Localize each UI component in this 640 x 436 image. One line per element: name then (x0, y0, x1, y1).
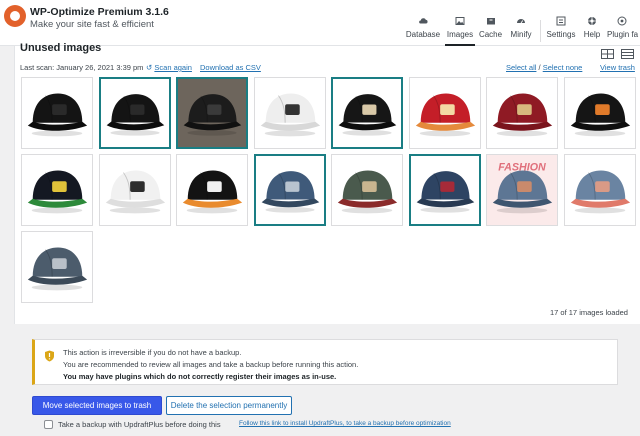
scan-again-link[interactable]: ↺ Scan again (146, 63, 192, 72)
minify-icon (517, 19, 525, 24)
grid-view-icon[interactable] (601, 49, 614, 59)
cap-image (332, 155, 402, 225)
cap-image (487, 78, 557, 148)
app-header: WP-Optimize Premium 3.1.6 Make your site… (0, 0, 640, 46)
tab-database-label: Database (405, 30, 441, 39)
image-thumbnail[interactable] (176, 154, 248, 226)
tab-plugin-family[interactable]: Plugin fa (607, 12, 640, 46)
cap-image (178, 79, 246, 147)
image-thumbnail[interactable]: FASHIONColor display (486, 154, 558, 226)
image-thumbnail[interactable] (21, 77, 93, 149)
help-icon (588, 17, 596, 25)
list-view-icon[interactable] (621, 49, 634, 59)
tab-minify-label: Minify (510, 30, 532, 39)
unused-images-panel: Unused images Last scan: January 26, 202… (14, 42, 640, 324)
tab-help[interactable]: Help (580, 12, 604, 46)
tab-plugin-family-label: Plugin fa (607, 30, 639, 39)
backup-checkbox[interactable] (44, 420, 53, 429)
cap-image (22, 78, 92, 148)
tab-cache-label: Cache (478, 30, 503, 39)
notice-line-1: This action is irreversible if you do no… (63, 348, 242, 357)
cap-image (177, 155, 247, 225)
image-thumbnail[interactable] (408, 154, 481, 226)
image-thumbnail[interactable] (253, 77, 326, 149)
main-nav: Database Images Cache Minify Settings He… (0, 12, 640, 46)
scan-again-label: Scan again (154, 63, 192, 72)
warning-notice: This action is irreversible if you do no… (32, 339, 618, 385)
nav-divider (540, 20, 541, 42)
image-thumbnail[interactable] (176, 77, 248, 149)
select-all-link[interactable]: Select all (506, 63, 536, 72)
tab-images-label: Images (446, 30, 474, 39)
image-thumbnail[interactable] (486, 77, 558, 149)
last-scan-text: Last scan: January 26, 2021 3:39 pm (20, 63, 144, 72)
plugin-family-icon (617, 16, 627, 26)
cap-image (100, 79, 169, 147)
cap-image (333, 79, 401, 147)
section-title: Unused images (20, 42, 102, 54)
selection-links: Select all / Select none (506, 63, 582, 72)
cap-image (254, 78, 325, 148)
shield-warning-icon (45, 350, 54, 362)
view-trash-link[interactable]: View trash (600, 63, 635, 72)
tab-cache[interactable]: Cache (478, 12, 503, 46)
image-thumbnail[interactable] (563, 154, 636, 226)
image-thumbnail[interactable] (408, 77, 481, 149)
install-updraftplus-link[interactable]: Follow this link to install UpdraftPlus,… (239, 420, 451, 427)
tab-settings[interactable]: Settings (546, 12, 576, 46)
cap-image (255, 156, 324, 224)
image-thumbnail[interactable] (331, 77, 403, 149)
cap-image (410, 156, 479, 224)
database-icon (419, 18, 428, 24)
image-thumbnail[interactable] (563, 77, 636, 149)
cap-image: FASHIONColor display (487, 155, 557, 225)
cap-image (409, 78, 480, 148)
image-thumbnail[interactable] (253, 154, 326, 226)
select-none-link[interactable]: Select none (543, 63, 583, 72)
refresh-icon: ↺ (146, 63, 153, 72)
image-icon (455, 17, 465, 25)
cap-image (22, 232, 92, 302)
actions-area: This action is irreversible if you do no… (14, 324, 640, 436)
tab-database[interactable]: Database (404, 12, 442, 46)
tab-minify[interactable]: Minify (507, 12, 535, 46)
backup-label: Take a backup with UpdraftPlus before do… (58, 420, 221, 429)
image-thumbnail[interactable] (98, 77, 171, 149)
notice-line-2: You are recommended to review all images… (63, 360, 359, 369)
cache-icon (486, 18, 495, 25)
image-thumbnail[interactable] (331, 154, 403, 226)
move-to-trash-button[interactable]: Move selected images to trash (32, 396, 162, 415)
images-loaded-count: 17 of 17 images loaded (550, 308, 628, 317)
tab-help-label: Help (583, 30, 601, 39)
image-thumbnail[interactable] (98, 154, 171, 226)
settings-icon (556, 16, 566, 26)
download-csv-link[interactable]: Download as CSV (200, 63, 261, 72)
cap-image (564, 155, 635, 225)
image-thumbnail[interactable] (21, 231, 93, 303)
notice-line-3: You may have plugins which do not correc… (63, 372, 337, 381)
selection-separator: / (538, 63, 541, 72)
image-thumbnail[interactable] (21, 154, 93, 226)
delete-permanently-button[interactable]: Delete the selection permanently (166, 396, 292, 415)
cap-image (564, 78, 635, 148)
cap-image (99, 155, 170, 225)
tab-images[interactable]: Images (445, 12, 475, 46)
tab-settings-label: Settings (546, 30, 576, 39)
cap-image (22, 155, 92, 225)
